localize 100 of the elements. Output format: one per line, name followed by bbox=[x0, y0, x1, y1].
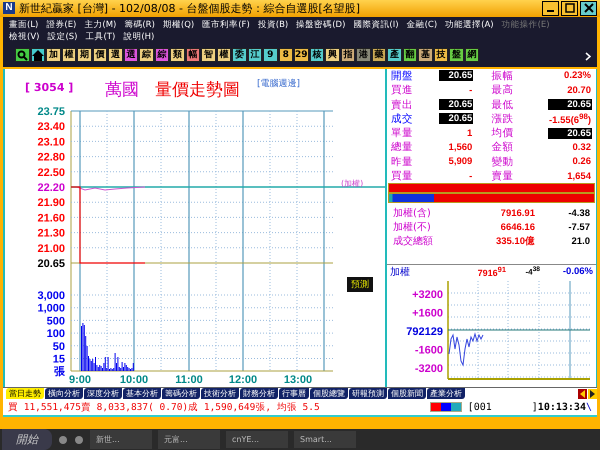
menu-item[interactable]: 工具(T) bbox=[85, 30, 116, 43]
taskbar-item[interactable]: 新世... bbox=[90, 430, 152, 450]
toolbar-button[interactable]: 選 bbox=[124, 48, 138, 62]
price-axis-label: 21.90 bbox=[37, 197, 65, 209]
volume-axis-label: 3,000 bbox=[37, 290, 65, 302]
toolbar-button[interactable]: 加 bbox=[46, 48, 60, 62]
tab[interactable]: 產業分析 bbox=[427, 388, 465, 400]
toolbar-button[interactable]: 類 bbox=[170, 48, 184, 62]
tab[interactable]: 研報預測 bbox=[349, 388, 387, 400]
toolbar-button[interactable]: 指 bbox=[340, 48, 355, 62]
circle-icon[interactable] bbox=[58, 434, 68, 445]
toolbar-button[interactable]: 權 bbox=[216, 48, 231, 62]
quote-label: 開盤 bbox=[391, 68, 414, 83]
index-label: (加權) bbox=[341, 178, 364, 188]
menu-item[interactable]: 畫面(L) bbox=[9, 18, 38, 31]
price-axis-label: 22.20 bbox=[37, 182, 65, 194]
tab[interactable]: 當日走勢 bbox=[6, 388, 44, 400]
toolbar-button[interactable]: 興 bbox=[325, 48, 340, 62]
toolbar-button[interactable]: 委 bbox=[232, 48, 246, 62]
home-button[interactable] bbox=[30, 48, 45, 62]
quote-value: 0.26 bbox=[571, 156, 592, 168]
window-title: 新世紀贏家 [台灣] - 102/08/08 - 台盤個股走勢：綜合自選股[名望股] bbox=[19, 0, 361, 16]
time-axis-label: 12:00 bbox=[228, 374, 258, 386]
tab[interactable]: 個股新聞 bbox=[388, 388, 426, 400]
toolbar-button[interactable]: 江 bbox=[248, 48, 262, 62]
taskbar-item[interactable]: 元富... bbox=[158, 430, 220, 450]
menu-item[interactable]: 金融(C) bbox=[406, 18, 438, 31]
scroll-left-button[interactable] bbox=[578, 388, 587, 399]
index-value: 7916.91 bbox=[500, 208, 535, 219]
volume-axis-label: 500 bbox=[46, 315, 65, 328]
quote-label: 賣出 bbox=[391, 98, 414, 112]
price-axis-label: 20.65 bbox=[37, 258, 65, 270]
taskbar-item[interactable]: Smart... bbox=[294, 431, 356, 448]
toolbar-button[interactable]: 幅 bbox=[186, 48, 200, 62]
toolbar-button[interactable]: 綜 bbox=[139, 48, 154, 62]
status-mark: \ bbox=[586, 402, 592, 413]
menu-item[interactable]: 匯市利率(F) bbox=[202, 18, 250, 31]
toolbar-button[interactable]: 翻 bbox=[402, 48, 417, 62]
forecast-button[interactable]: 預測 bbox=[347, 276, 373, 292]
menu-item[interactable]: 國際資訊(I) bbox=[353, 18, 399, 31]
toolbar-button[interactable]: 技 bbox=[434, 48, 448, 62]
menu-item[interactable]: 證券(E) bbox=[46, 18, 76, 31]
menu-item[interactable]: 設定(S) bbox=[47, 30, 78, 43]
close-button[interactable] bbox=[580, 0, 597, 16]
tab[interactable]: 橫向分析 bbox=[45, 388, 83, 400]
menu-item[interactable]: 主力(M) bbox=[84, 18, 116, 31]
toolbar-button[interactable]: 網 bbox=[464, 48, 479, 62]
stock-name: 萬國 bbox=[105, 80, 139, 100]
toolbar-button[interactable]: 期 bbox=[77, 48, 92, 62]
toolbar-button[interactable]: 選 bbox=[108, 48, 122, 62]
menu-item[interactable]: 功能選擇(A) bbox=[445, 18, 494, 31]
toolbar-button[interactable]: 8 bbox=[278, 48, 293, 62]
toolbar-button[interactable]: 藥 bbox=[372, 48, 386, 62]
menu-item[interactable]: 操盤密碼(D) bbox=[296, 18, 346, 31]
index-value: 6646.16 bbox=[500, 222, 535, 233]
toolbar-button[interactable]: 價 bbox=[92, 48, 107, 62]
index-value: 335.10億 bbox=[494, 234, 535, 248]
tab[interactable]: 籌碼分析 bbox=[162, 388, 200, 400]
index-axis-label: -1600 bbox=[414, 344, 443, 356]
maximize-button[interactable] bbox=[561, 0, 578, 16]
toolbar-button[interactable]: 產 bbox=[387, 48, 402, 62]
search-icon bbox=[16, 50, 28, 61]
quote-label: 最低 bbox=[492, 98, 515, 112]
taskbar-item[interactable]: cnYE... bbox=[226, 431, 288, 448]
quote-label: 均價 bbox=[492, 126, 515, 140]
menu-item[interactable]: 籌碼(R) bbox=[124, 18, 155, 31]
toolbar-button[interactable]: 基 bbox=[418, 48, 432, 62]
menu-item[interactable]: 期權(Q) bbox=[162, 18, 194, 31]
toolbar-button[interactable]: 權 bbox=[62, 48, 76, 62]
search-button[interactable] bbox=[15, 48, 30, 62]
menu-item[interactable]: 投資(B) bbox=[258, 18, 288, 31]
app-logo-icon: N bbox=[3, 2, 15, 14]
start-button[interactable]: 開始 bbox=[2, 429, 52, 450]
circle-icon[interactable] bbox=[74, 434, 84, 445]
index-value: 7916$^{91}$ bbox=[476, 265, 506, 278]
toolbar-button[interactable]: 綜 bbox=[154, 48, 169, 62]
menu-item[interactable]: 說明(H) bbox=[123, 30, 154, 43]
quote-value: 20.65 bbox=[548, 128, 592, 139]
tab[interactable]: 行事曆 bbox=[279, 388, 309, 400]
quote-value: - bbox=[468, 170, 474, 182]
quote-value: 1,654 bbox=[566, 170, 592, 182]
volume-axis-label: 1,000 bbox=[37, 302, 65, 314]
tab[interactable]: 深度分析 bbox=[84, 388, 122, 400]
minimize-button[interactable] bbox=[542, 0, 559, 16]
price-axis-label: 22.50 bbox=[37, 166, 65, 179]
index-line bbox=[448, 332, 484, 366]
tab[interactable]: 財務分析 bbox=[240, 388, 278, 400]
toolbar-button[interactable]: 9 bbox=[263, 48, 278, 62]
toolbar-button[interactable]: 智 bbox=[201, 48, 216, 62]
price-axis-label: 23.40 bbox=[37, 121, 65, 133]
menu-item[interactable]: 檢視(V) bbox=[9, 30, 40, 43]
toolbar-button[interactable]: 港 bbox=[356, 48, 370, 62]
scroll-right-button[interactable] bbox=[588, 388, 597, 399]
quote-label: 最高 bbox=[492, 83, 515, 98]
toolbar-button[interactable]: 盤 bbox=[449, 48, 464, 62]
tab[interactable]: 基本分析 bbox=[123, 388, 161, 400]
tab[interactable]: 個股總覽 bbox=[310, 388, 348, 400]
tab[interactable]: 技術分析 bbox=[201, 388, 239, 400]
toolbar-button[interactable]: 29 bbox=[294, 48, 308, 62]
toolbar-button[interactable]: 核 bbox=[310, 48, 324, 62]
